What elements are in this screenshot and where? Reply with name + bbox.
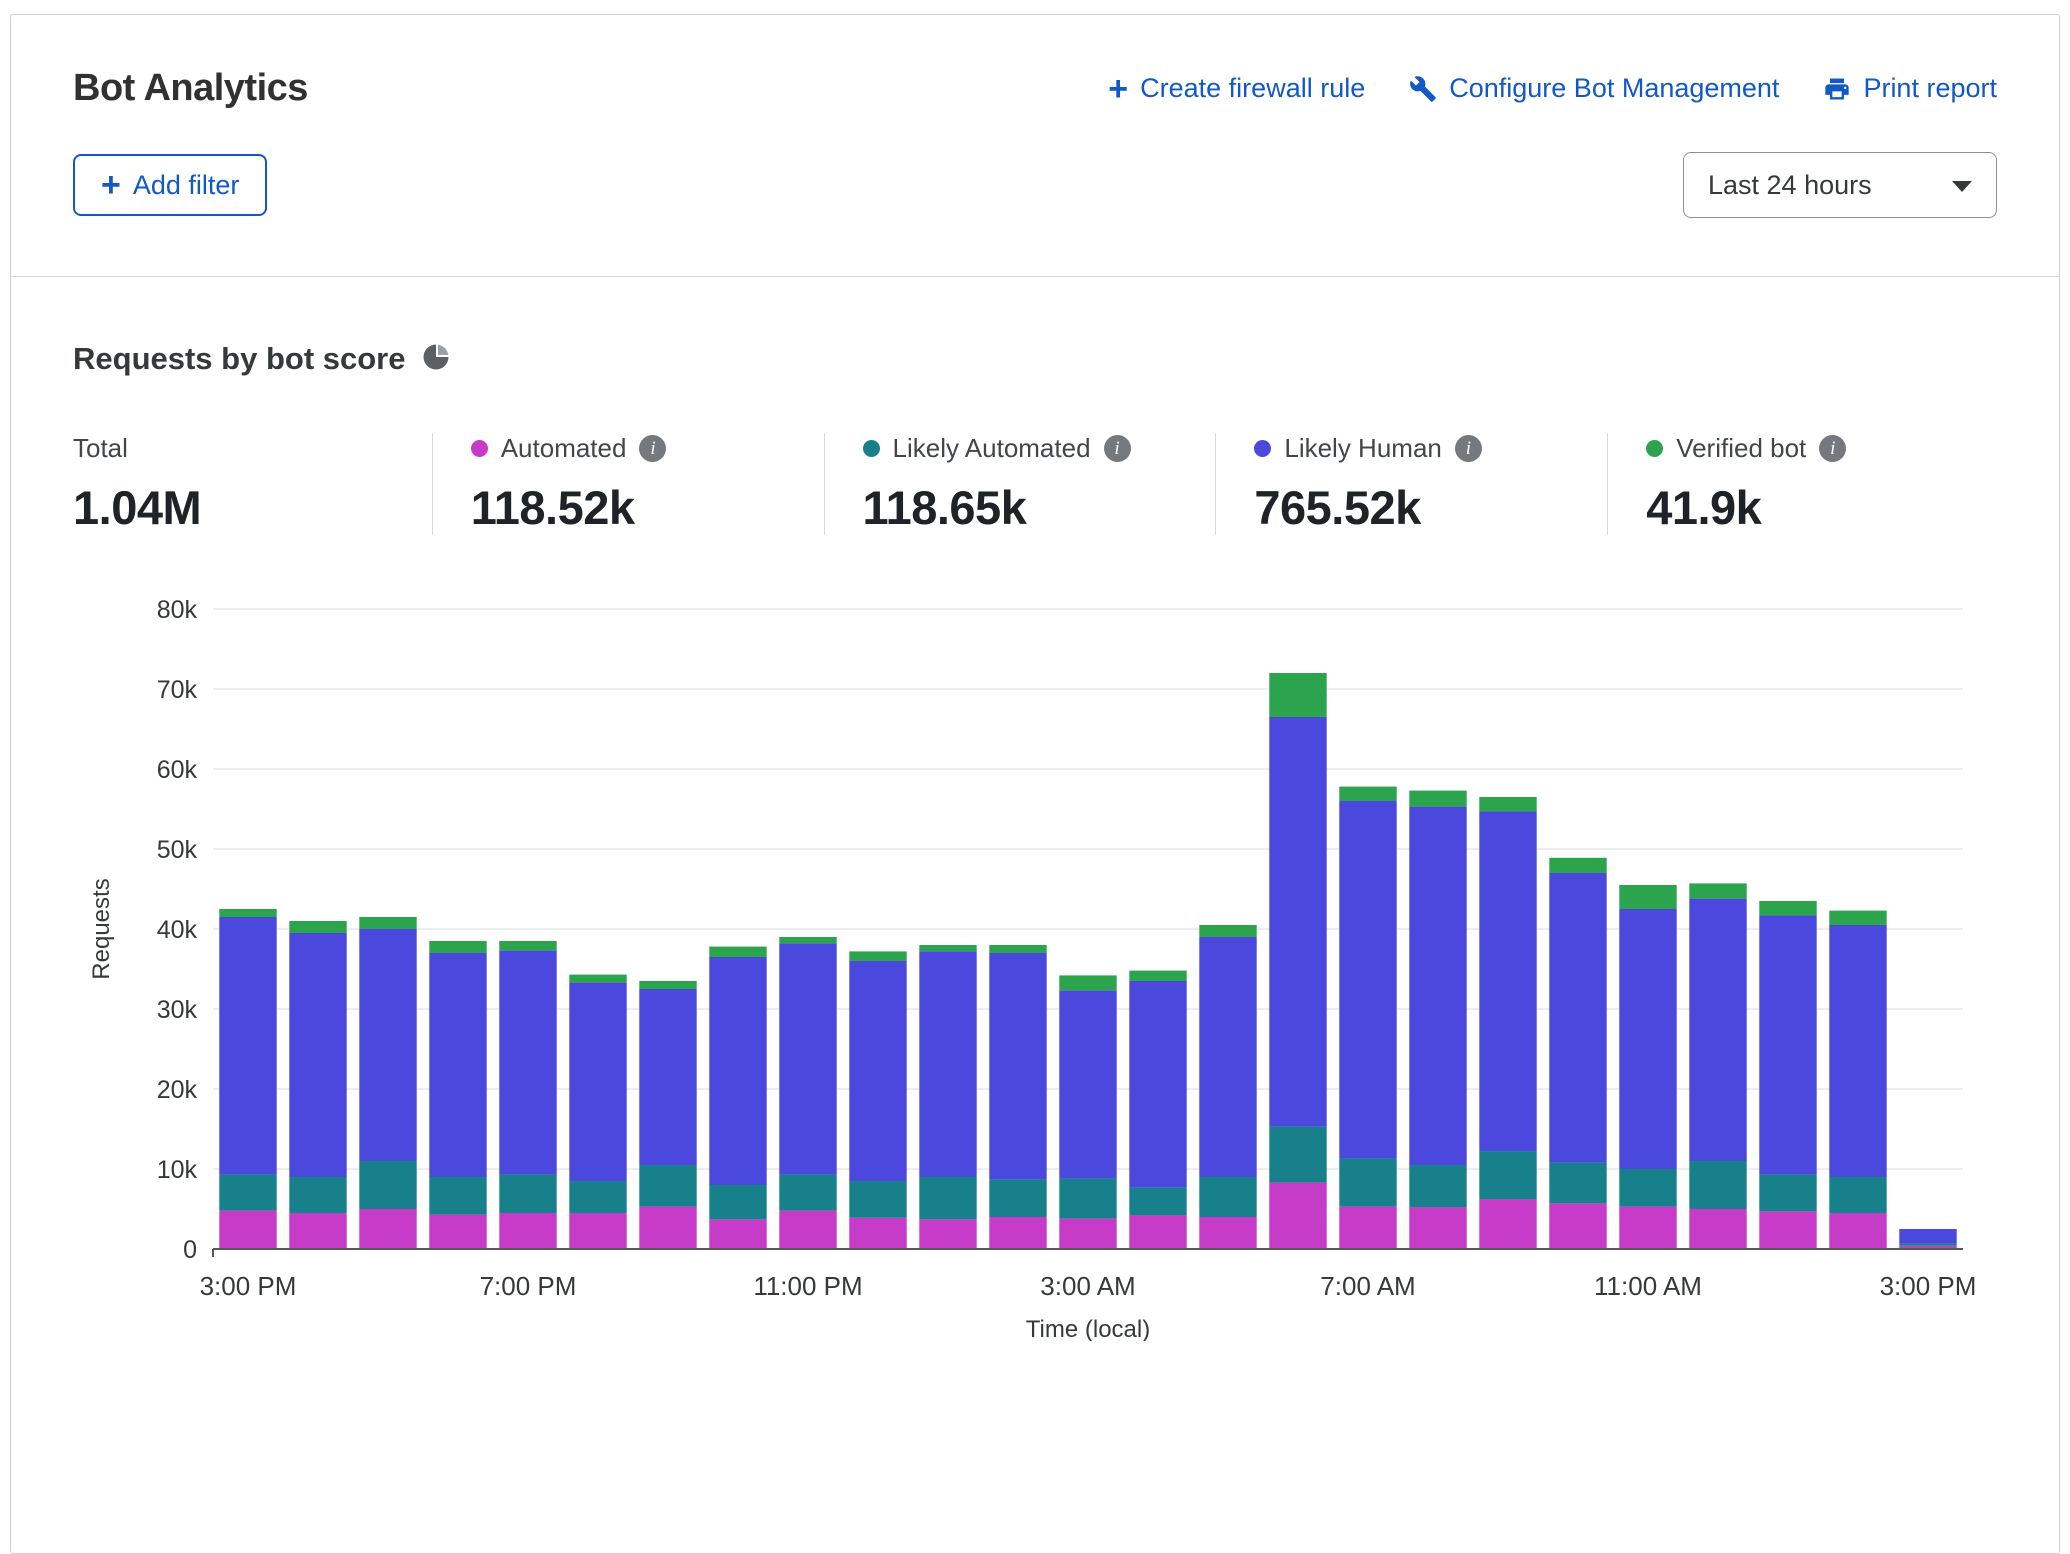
- printer-icon: [1823, 75, 1851, 103]
- svg-text:30k: 30k: [157, 996, 198, 1024]
- automated-legend-dot: [471, 440, 488, 457]
- svg-text:3:00 PM: 3:00 PM: [1880, 1271, 1977, 1301]
- svg-text:60k: 60k: [157, 756, 198, 784]
- stat-automated-value: 118.52k: [471, 480, 824, 535]
- svg-text:7:00 AM: 7:00 AM: [1320, 1271, 1415, 1301]
- stat-total-label: Total: [73, 433, 128, 464]
- info-icon[interactable]: i: [1819, 435, 1846, 462]
- create-firewall-rule-link[interactable]: + Create firewall rule: [1108, 72, 1365, 106]
- svg-text:Time (local): Time (local): [1026, 1316, 1150, 1341]
- likely-automated-legend-dot: [863, 440, 880, 457]
- pie-chart-icon: [421, 342, 451, 377]
- plus-icon: +: [1108, 72, 1128, 106]
- svg-text:80k: 80k: [157, 596, 198, 624]
- info-icon[interactable]: i: [639, 435, 666, 462]
- stat-verified-bot: Verified bot i 41.9k: [1607, 433, 1999, 535]
- stat-likely-automated: Likely Automated i 118.65k: [824, 433, 1216, 535]
- stat-verified-bot-label: Verified bot: [1676, 433, 1806, 464]
- stat-likely-automated-value: 118.65k: [863, 480, 1216, 535]
- stats-row: Total 1.04M Automated i 118.52k Likely A…: [73, 433, 1999, 535]
- card-body: Requests by bot score Total 1.04M Automa…: [11, 277, 2059, 1341]
- stat-verified-bot-value: 41.9k: [1646, 480, 1999, 535]
- svg-text:50k: 50k: [157, 836, 198, 864]
- wrench-icon: [1409, 75, 1437, 103]
- card-header: Bot Analytics + Create firewall rule Con…: [11, 15, 2059, 277]
- stat-likely-human: Likely Human i 765.52k: [1215, 433, 1607, 535]
- plus-icon: +: [101, 168, 121, 202]
- svg-text:10k: 10k: [157, 1156, 198, 1184]
- bot-analytics-card: Bot Analytics + Create firewall rule Con…: [10, 14, 2060, 1554]
- svg-text:0: 0: [183, 1236, 197, 1264]
- stat-likely-automated-label: Likely Automated: [893, 433, 1091, 464]
- svg-text:3:00 AM: 3:00 AM: [1040, 1271, 1135, 1301]
- configure-bot-management-link[interactable]: Configure Bot Management: [1409, 73, 1779, 104]
- section-heading: Requests by bot score: [73, 341, 1999, 377]
- stat-total: Total 1.04M: [73, 433, 432, 535]
- svg-text:Requests: Requests: [88, 878, 115, 979]
- svg-text:20k: 20k: [157, 1076, 198, 1104]
- print-report-label: Print report: [1863, 73, 1997, 104]
- stat-likely-human-value: 765.52k: [1254, 480, 1607, 535]
- time-range-value: Last 24 hours: [1708, 170, 1872, 201]
- page-title: Bot Analytics: [73, 67, 308, 110]
- configure-bot-management-label: Configure Bot Management: [1449, 73, 1779, 104]
- verified-bot-legend-dot: [1646, 440, 1663, 457]
- add-filter-label: Add filter: [133, 170, 240, 201]
- print-report-link[interactable]: Print report: [1823, 73, 1997, 104]
- svg-text:11:00 PM: 11:00 PM: [753, 1271, 862, 1301]
- time-range-select[interactable]: Last 24 hours: [1683, 152, 1997, 218]
- info-icon[interactable]: i: [1104, 435, 1131, 462]
- stat-total-value: 1.04M: [73, 480, 432, 535]
- stat-automated-label: Automated: [501, 433, 627, 464]
- info-icon[interactable]: i: [1455, 435, 1482, 462]
- svg-text:3:00 PM: 3:00 PM: [200, 1271, 297, 1301]
- create-firewall-rule-label: Create firewall rule: [1140, 73, 1365, 104]
- header-actions: + Create firewall rule Configure Bot Man…: [1108, 72, 1997, 106]
- svg-text:11:00 AM: 11:00 AM: [1594, 1271, 1702, 1301]
- chevron-down-icon: [1950, 170, 1974, 201]
- add-filter-button[interactable]: + Add filter: [73, 154, 267, 216]
- requests-by-bot-score-chart[interactable]: 0 10k 20k 30k 40k 50k 60k 70k 80k 3:00 PM 7:00 PM 1…: [73, 581, 1999, 1341]
- stat-likely-human-label: Likely Human: [1284, 433, 1442, 464]
- likely-human-legend-dot: [1254, 440, 1271, 457]
- svg-text:40k: 40k: [157, 916, 198, 944]
- stat-automated: Automated i 118.52k: [432, 433, 824, 535]
- svg-text:70k: 70k: [157, 676, 198, 704]
- svg-text:7:00 PM: 7:00 PM: [480, 1271, 577, 1301]
- chart-canvas[interactable]: 0 10k 20k 30k 40k 50k 60k 70k 80k 3:00 PM 7:00 PM 1…: [73, 581, 2023, 1341]
- section-title: Requests by bot score: [73, 341, 405, 377]
